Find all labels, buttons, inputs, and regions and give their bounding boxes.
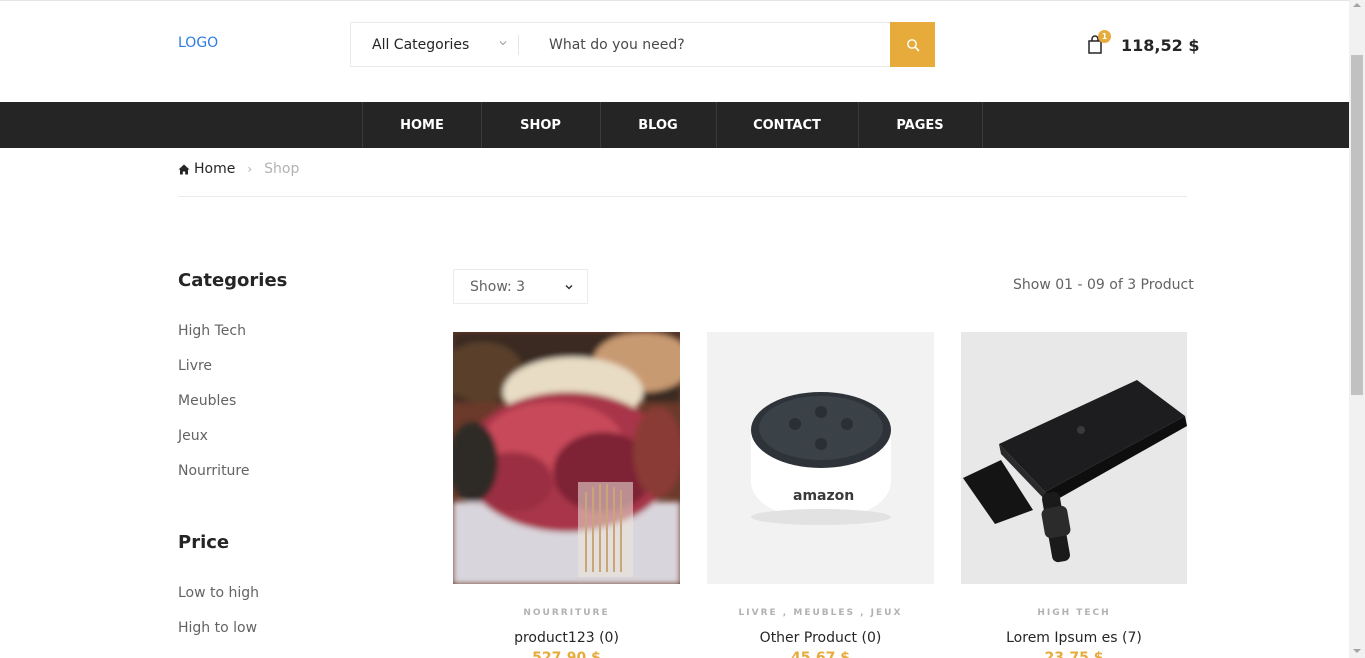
search-bar: All Categories: [350, 22, 935, 67]
food-bowl-photo: [453, 332, 680, 584]
category-link[interactable]: High Tech: [178, 323, 246, 339]
breadcrumb-home-label: Home: [194, 161, 236, 177]
product-count: Show 01 - 09 of 3 Product: [1013, 277, 1194, 293]
category-select[interactable]: All Categories: [351, 23, 519, 66]
product-price: 23,75 $: [1044, 650, 1104, 658]
price-title: Price: [178, 532, 230, 553]
product-card: amazon LIVRE , MEUBLES , JEUX Other Prod…: [707, 332, 934, 658]
scroll-down-icon[interactable]: [1353, 649, 1361, 653]
search-button[interactable]: [890, 22, 935, 67]
category-link[interactable]: Meubles: [178, 393, 236, 409]
product-category: LIVRE , MEUBLES , JEUX: [738, 608, 903, 618]
main-nav: HOME SHOP BLOG CONTACT PAGES: [0, 102, 1349, 148]
price-sort-link[interactable]: Low to high: [178, 585, 259, 601]
logo[interactable]: LOGO: [178, 35, 218, 51]
nav-contact[interactable]: CONTACT: [716, 102, 859, 148]
breadcrumb-separator: ›: [247, 162, 253, 176]
product-image[interactable]: [961, 332, 1187, 584]
category-link[interactable]: Jeux: [178, 428, 208, 444]
nav-blog[interactable]: BLOG: [600, 102, 717, 148]
show-per-page-select[interactable]: Show: 3: [453, 269, 588, 304]
breadcrumb-home[interactable]: Home: [178, 161, 235, 177]
nav-pages[interactable]: PAGES: [858, 102, 983, 148]
breadcrumb: Home › Shop: [178, 161, 299, 177]
product-card: NOURRITURE product123 (0) 527,90 $: [453, 332, 680, 658]
nav-home[interactable]: HOME: [362, 102, 482, 148]
breadcrumb-current: Shop: [264, 161, 300, 177]
product-name[interactable]: Other Product (0): [707, 630, 934, 646]
categories-title: Categories: [178, 270, 288, 291]
product-name[interactable]: product123 (0): [453, 630, 680, 646]
scrollbar-thumb[interactable]: [1351, 55, 1363, 395]
product-price: 45,67 $: [791, 650, 850, 658]
category-link[interactable]: Livre: [178, 358, 212, 374]
smart-speaker-photo: amazon: [707, 332, 934, 584]
site-header: LOGO All Categories 1 118,52 $: [0, 4, 1349, 102]
nav-shop[interactable]: SHOP: [481, 102, 601, 148]
laptop-phone-watch-photo: [961, 332, 1187, 584]
cart-total[interactable]: 118,52 $: [1121, 36, 1199, 55]
scroll-up-icon[interactable]: [1353, 3, 1361, 7]
product-category: NOURRITURE: [523, 608, 610, 618]
product-image[interactable]: amazon: [707, 332, 934, 584]
product-image[interactable]: [453, 332, 680, 584]
search-input[interactable]: [527, 23, 887, 66]
breadcrumb-divider: [178, 196, 1187, 197]
cart-count-badge: 1: [1098, 30, 1111, 43]
vertical-scrollbar[interactable]: [1349, 0, 1365, 658]
category-select-label: All Categories: [372, 36, 470, 53]
product-name[interactable]: Lorem Ipsum es (7): [961, 630, 1187, 646]
chevron-down-icon: [565, 285, 573, 290]
show-select-label: Show: 3: [470, 278, 526, 295]
search-icon: [906, 38, 919, 51]
home-icon: [178, 164, 190, 174]
product-price: 527,90 $: [532, 650, 601, 658]
category-link[interactable]: Nourriture: [178, 463, 250, 479]
product-category: HIGH TECH: [1037, 608, 1111, 618]
svg-text:amazon: amazon: [793, 488, 854, 504]
search-divider: [518, 35, 519, 55]
chevron-down-icon: [499, 41, 507, 46]
product-card: HIGH TECH Lorem Ipsum es (7) 23,75 $: [961, 332, 1187, 658]
price-sort-link[interactable]: High to low: [178, 620, 257, 636]
